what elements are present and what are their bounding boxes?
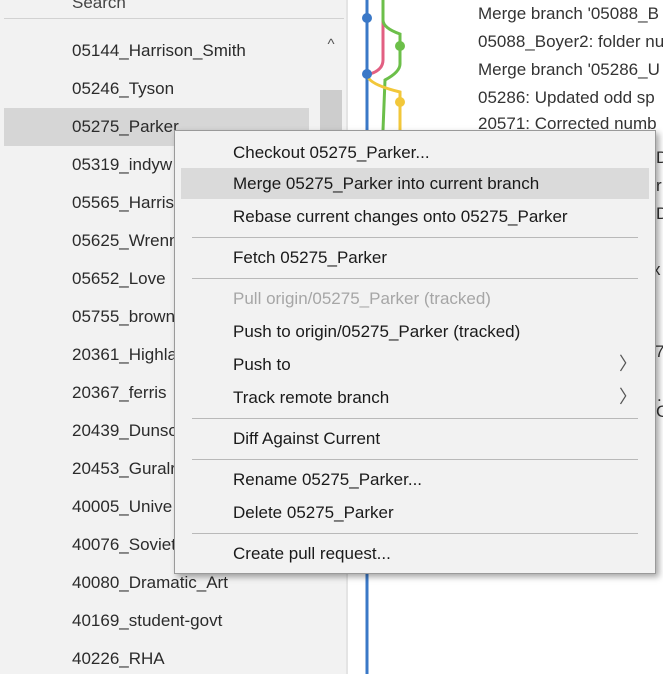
commit-list: Merge branch '05088_B 05088_Boyer2: folde… xyxy=(478,0,663,140)
commit-node[interactable] xyxy=(395,41,405,51)
search-underline xyxy=(4,18,344,19)
branch-list-item[interactable]: 40169_student-govt xyxy=(0,602,320,640)
commit-message[interactable]: 05286: Updated odd sp xyxy=(478,84,663,112)
branch-context-menu: Checkout 05275_Parker... Merge 05275_Par… xyxy=(174,130,656,574)
menu-item-create-pull-request[interactable]: Create pull request... xyxy=(181,538,649,569)
menu-item-push-to[interactable]: Push to 〉 xyxy=(181,349,649,380)
search-box[interactable]: Search xyxy=(72,0,126,13)
commit-message[interactable]: 05088_Boyer2: folder nu xyxy=(478,28,663,56)
chevron-right-icon: 〉 xyxy=(619,387,637,407)
menu-item-merge[interactable]: Merge 05275_Parker into current branch xyxy=(181,168,649,199)
menu-item-checkout[interactable]: Checkout 05275_Parker... xyxy=(181,137,649,168)
scroll-up-icon[interactable]: ^ xyxy=(318,32,344,58)
menu-item-diff[interactable]: Diff Against Current xyxy=(181,423,649,454)
commit-message[interactable]: Merge branch '05286_U xyxy=(478,56,663,84)
menu-item-fetch[interactable]: Fetch 05275_Parker xyxy=(181,242,649,273)
chevron-right-icon: 〉 xyxy=(619,354,637,374)
menu-item-rename[interactable]: Rename 05275_Parker... xyxy=(181,464,649,495)
commit-node[interactable] xyxy=(395,97,405,107)
commit-message-fragment: C xyxy=(656,402,663,421)
menu-item-rebase[interactable]: Rebase current changes onto 05275_Parker xyxy=(181,201,649,232)
commit-message-fragment: 7 xyxy=(655,342,663,361)
menu-item-delete[interactable]: Delete 05275_Parker xyxy=(181,497,649,528)
commit-message[interactable]: Merge branch '05088_B xyxy=(478,0,663,28)
menu-separator xyxy=(192,237,638,238)
menu-separator xyxy=(192,278,638,279)
graph-line xyxy=(381,0,402,131)
branch-list-item[interactable]: 05144_Harrison_Smith xyxy=(0,32,320,70)
commit-node[interactable] xyxy=(362,69,372,79)
menu-separator xyxy=(192,459,638,460)
commit-message-fragment: D xyxy=(656,204,663,223)
menu-item-track-remote[interactable]: Track remote branch 〉 xyxy=(181,382,649,413)
graph-line xyxy=(369,0,385,76)
commit-node[interactable] xyxy=(362,13,372,23)
commit-message-fragment: D xyxy=(656,148,663,167)
menu-separator xyxy=(192,418,638,419)
branch-list-item[interactable]: 05246_Tyson xyxy=(0,70,320,108)
menu-item-push-origin[interactable]: Push to origin/05275_Parker (tracked) xyxy=(181,316,649,347)
menu-item-pull: Pull origin/05275_Parker (tracked) xyxy=(233,289,491,308)
branch-list-item[interactable]: 40226_RHA xyxy=(0,640,320,678)
menu-separator xyxy=(192,533,638,534)
commit-message-fragment: r xyxy=(656,176,662,195)
